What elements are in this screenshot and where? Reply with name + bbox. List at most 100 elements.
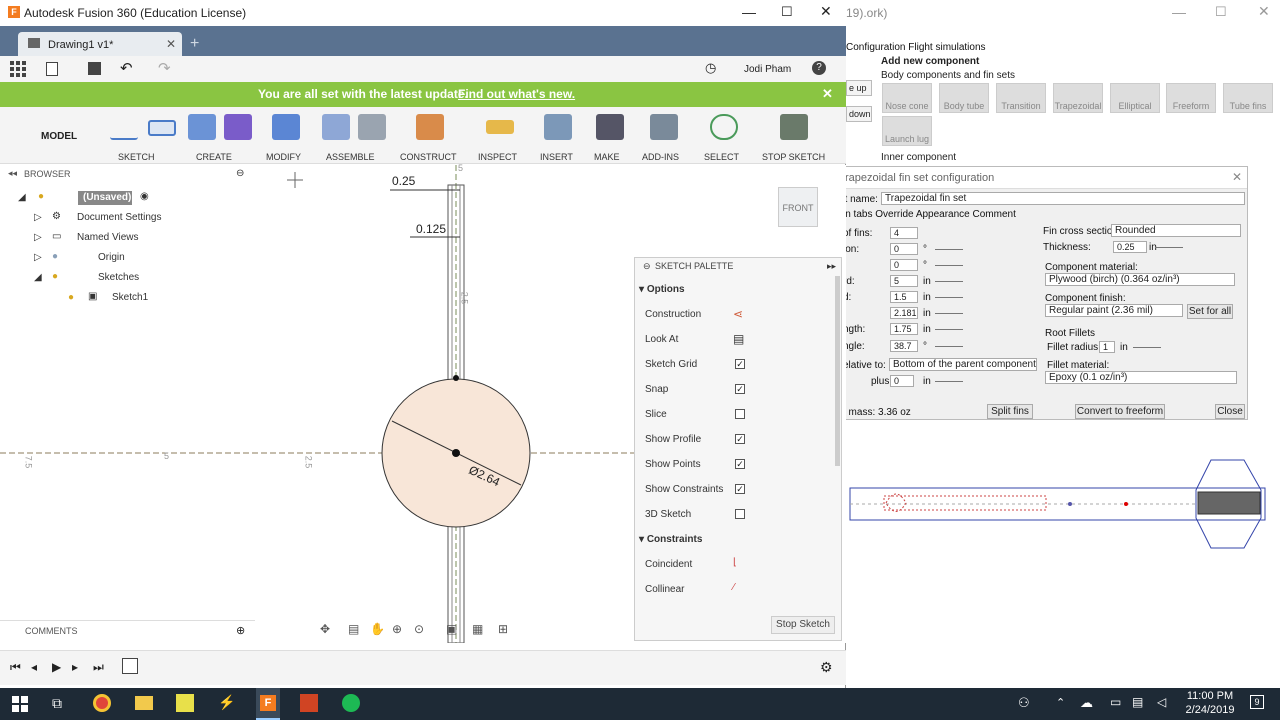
tab-close-icon[interactable]: ✕ xyxy=(166,37,176,51)
joint-icon[interactable] xyxy=(358,114,386,140)
timeline-settings-icon[interactable]: ⚙ xyxy=(820,659,833,676)
new-component-icon[interactable] xyxy=(322,114,350,140)
menu-assemble[interactable]: ASSEMBLE xyxy=(326,152,375,162)
split-fins-button[interactable]: Split fins xyxy=(987,404,1033,419)
close-icon[interactable]: ✕ xyxy=(820,3,832,20)
onedrive-icon[interactable]: ☁ xyxy=(1080,695,1093,711)
create-form-icon[interactable] xyxy=(224,114,252,140)
orbit-icon[interactable]: ✥ xyxy=(320,622,330,636)
coincident-icon[interactable]: ⌊ xyxy=(733,557,737,568)
menu-insert[interactable]: INSERT xyxy=(540,152,573,162)
task-view-icon[interactable]: ⧉ xyxy=(52,695,62,712)
look-at-icon[interactable]: ▤ xyxy=(733,332,744,346)
line-tool-icon[interactable] xyxy=(110,114,138,140)
collapse-icon[interactable]: ◂◂ xyxy=(8,168,17,179)
maximize-icon[interactable]: ☐ xyxy=(781,4,793,20)
material-select[interactable]: Plywood (birch) (0.364 oz/in³) xyxy=(1045,273,1235,286)
constraints-section[interactable]: ▾ Constraints xyxy=(639,534,702,545)
volume-icon[interactable]: ◁ xyxy=(1157,695,1166,709)
lightbulb-icon[interactable]: ● xyxy=(38,191,44,202)
viewports-icon[interactable]: ⊞ xyxy=(498,622,508,636)
measure-icon[interactable] xyxy=(486,120,514,134)
trapezoidal-button[interactable]: Trapezoidal xyxy=(1053,83,1103,113)
cant-input[interactable]: 0 xyxy=(890,259,918,271)
tree-expand-icon[interactable]: ▷ xyxy=(34,252,42,263)
close-icon[interactable]: ✕ xyxy=(1258,3,1270,20)
slider[interactable] xyxy=(1133,347,1161,348)
openrocket-menu[interactable]: Configuration Flight simulations xyxy=(846,42,986,53)
banner-link[interactable]: Find out what's new. xyxy=(458,87,575,101)
snap-checkbox[interactable]: ✓ xyxy=(735,384,745,394)
menu-create[interactable]: CREATE xyxy=(196,152,232,162)
display-settings-icon[interactable]: ▣ xyxy=(446,622,457,636)
move-down-button[interactable]: down xyxy=(846,106,872,122)
show-points-checkbox[interactable]: ✓ xyxy=(735,459,745,469)
3d-print-icon[interactable] xyxy=(596,114,624,140)
name-input[interactable]: Trapezoidal fin set xyxy=(881,192,1245,205)
palette-expand-icon[interactable]: ▸▸ xyxy=(827,261,836,272)
grid-icon[interactable]: ▦ xyxy=(472,622,483,636)
menu-make[interactable]: MAKE xyxy=(594,152,620,162)
move-up-button[interactable]: e up xyxy=(846,80,872,96)
tree-sketch1[interactable]: Sketch1 xyxy=(112,292,148,303)
powerpoint-icon[interactable] xyxy=(300,694,318,712)
extrude-icon[interactable] xyxy=(188,114,216,140)
tree-expand-icon[interactable]: ◢ xyxy=(34,272,42,283)
job-status-icon[interactable]: ◷ xyxy=(705,60,716,76)
dialog-close-icon[interactable]: ✕ xyxy=(1232,170,1242,184)
fins-count-input[interactable]: 4 xyxy=(890,227,918,239)
clock-date[interactable]: 2/24/2019 xyxy=(1182,704,1238,716)
nose-cone-button[interactable]: Nose cone xyxy=(882,83,932,113)
3d-sketch-checkbox[interactable] xyxy=(735,509,745,519)
slider[interactable] xyxy=(1155,247,1183,248)
tree-expand-icon[interactable]: ◢ xyxy=(18,192,26,203)
tree-origin[interactable]: Origin xyxy=(98,252,125,263)
launch-lug-button[interactable]: Launch lug xyxy=(882,116,932,146)
menu-stop-sketch[interactable]: STOP SKETCH xyxy=(762,152,825,162)
press-pull-icon[interactable] xyxy=(272,114,300,140)
minimize-icon[interactable]: — xyxy=(742,4,756,20)
menu-sketch[interactable]: SKETCH xyxy=(118,152,155,162)
transition-button[interactable]: Transition xyxy=(996,83,1046,113)
options-section[interactable]: ▾ Options xyxy=(639,284,685,295)
select-lasso-icon[interactable] xyxy=(710,114,738,140)
height-input[interactable]: 2.181 xyxy=(890,307,918,319)
slice-checkbox[interactable] xyxy=(735,409,745,419)
help-icon[interactable]: ? xyxy=(812,61,826,75)
construction-icon[interactable]: ⋖ xyxy=(733,307,743,321)
power-icon[interactable]: ▭ xyxy=(1110,695,1121,709)
start-icon[interactable] xyxy=(12,696,28,712)
sticky-notes-icon[interactable] xyxy=(176,694,194,712)
rectangle-tool-icon[interactable] xyxy=(148,120,176,136)
thickness-input[interactable]: 0.25 xyxy=(1113,241,1147,253)
fillet-radius-input[interactable]: 1 xyxy=(1099,341,1115,353)
slider[interactable] xyxy=(935,265,963,266)
tree-expand-icon[interactable]: ▷ xyxy=(34,232,42,243)
offset-plane-icon[interactable] xyxy=(416,114,444,140)
notification-badge[interactable]: 9 xyxy=(1250,695,1264,709)
tube-fins-button[interactable]: Tube fins xyxy=(1223,83,1273,113)
plus-input[interactable]: 0 xyxy=(890,375,914,387)
play-icon[interactable]: ▶ xyxy=(52,660,61,674)
banner-close-icon[interactable]: ✕ xyxy=(822,86,833,102)
dimension-label[interactable]: 0.125 xyxy=(416,222,446,236)
stop-sketch-button[interactable]: Stop Sketch xyxy=(771,616,835,634)
slider[interactable] xyxy=(935,346,963,347)
slider[interactable] xyxy=(935,329,963,330)
palette-scrollbar[interactable] xyxy=(835,276,840,466)
zoom-icon[interactable]: ⊕ xyxy=(392,622,402,636)
spotify-icon[interactable] xyxy=(342,694,360,712)
elliptical-button[interactable]: Elliptical xyxy=(1110,83,1160,113)
pan-icon[interactable]: ✋ xyxy=(370,622,385,636)
network-icon[interactable]: ▤ xyxy=(1132,695,1143,709)
palette-minus-icon[interactable]: ⊖ xyxy=(643,261,651,272)
add-comment-icon[interactable]: ⊕ xyxy=(236,624,245,637)
sweep-angle-input[interactable]: 38.7 xyxy=(890,340,918,352)
finish-select[interactable]: Regular paint (2.36 mil) xyxy=(1045,304,1183,317)
tree-root[interactable]: (Unsaved) xyxy=(83,192,131,203)
menu-select[interactable]: SELECT xyxy=(704,152,739,162)
sweep-length-input[interactable]: 1.75 xyxy=(890,323,918,335)
app-icon[interactable]: ⚡ xyxy=(218,694,235,711)
file-icon[interactable] xyxy=(46,62,58,76)
dialog-tabs[interactable]: in tabs Override Appearance Comment xyxy=(843,209,1016,220)
